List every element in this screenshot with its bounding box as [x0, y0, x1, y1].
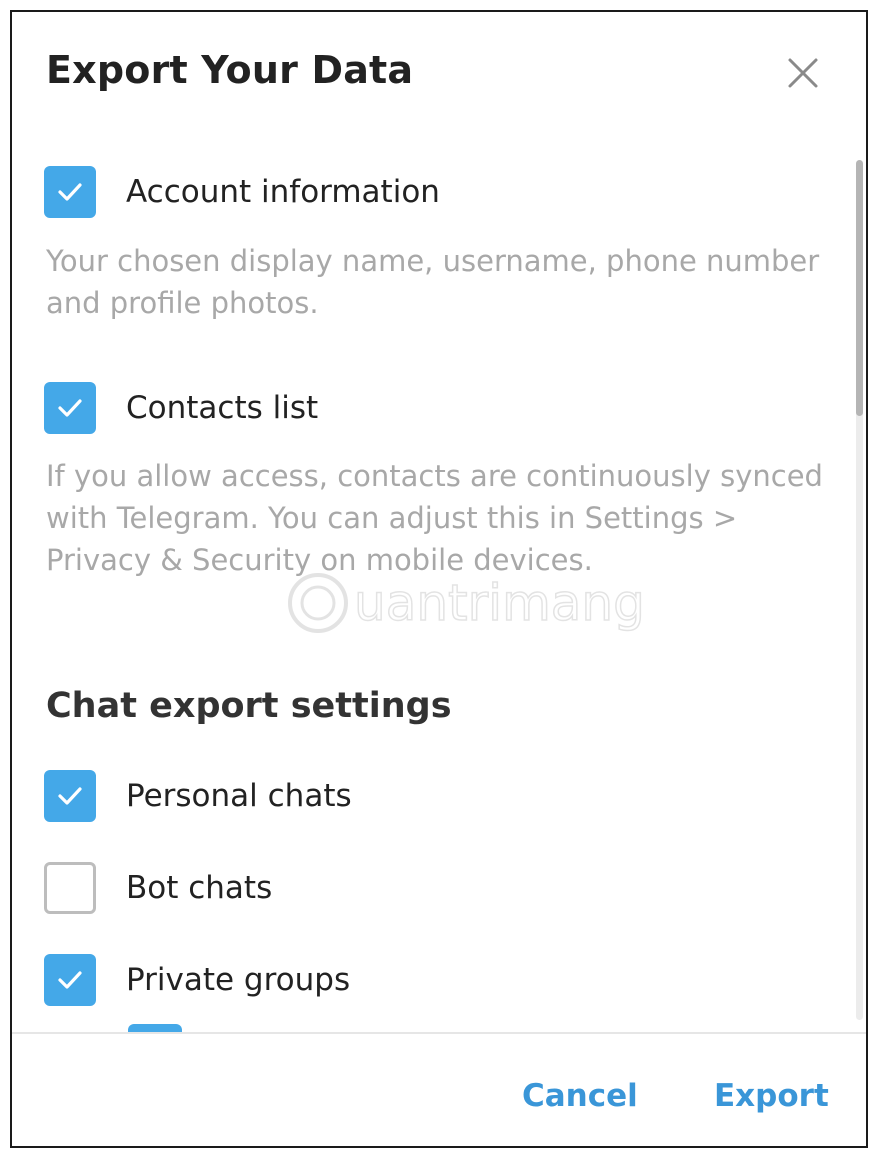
checkmark-icon	[58, 971, 82, 989]
chat-export-settings-title: Chat export settings	[46, 686, 452, 726]
scrollbar-thumb[interactable]	[856, 160, 863, 416]
close-button[interactable]	[782, 52, 824, 94]
account-information-description: Your chosen display name, username, phon…	[46, 244, 820, 320]
checkmark-icon	[58, 399, 82, 417]
dialog-scroll-area[interactable]: Export Your Data Account information You…	[12, 12, 852, 1044]
close-icon	[788, 58, 818, 88]
cancel-button[interactable]: Cancel	[522, 1078, 638, 1114]
personal-chats-option[interactable]: Personal chats	[44, 770, 352, 822]
dialog-footer: Cancel Export	[12, 1032, 866, 1146]
contacts-list-option[interactable]: Contacts list	[44, 382, 318, 434]
export-data-dialog: Export Your Data Account information You…	[10, 10, 868, 1148]
contacts-list-label: Contacts list	[126, 390, 319, 426]
bot-chats-label: Bot chats	[126, 870, 273, 906]
watermark-text: uantrimang	[354, 574, 645, 632]
export-button[interactable]: Export	[714, 1078, 829, 1114]
contacts-list-description: If you allow access, contacts are contin…	[46, 459, 823, 577]
scrollbar-track[interactable]	[856, 160, 863, 1020]
dialog-title: Export Your Data	[46, 48, 414, 92]
private-groups-label: Private groups	[126, 962, 351, 998]
account-information-option[interactable]: Account information	[44, 166, 440, 218]
bot-chats-option[interactable]: Bot chats	[44, 862, 272, 914]
personal-chats-label: Personal chats	[126, 778, 352, 814]
private-groups-checkbox[interactable]	[44, 954, 96, 1006]
account-information-label: Account information	[126, 174, 440, 210]
checkmark-icon	[58, 183, 82, 201]
bot-chats-checkbox[interactable]	[44, 862, 96, 914]
checkmark-icon	[58, 787, 82, 805]
account-information-checkbox[interactable]	[44, 166, 96, 218]
private-groups-option[interactable]: Private groups	[44, 954, 350, 1006]
personal-chats-checkbox[interactable]	[44, 770, 96, 822]
contacts-list-checkbox[interactable]	[44, 382, 96, 434]
